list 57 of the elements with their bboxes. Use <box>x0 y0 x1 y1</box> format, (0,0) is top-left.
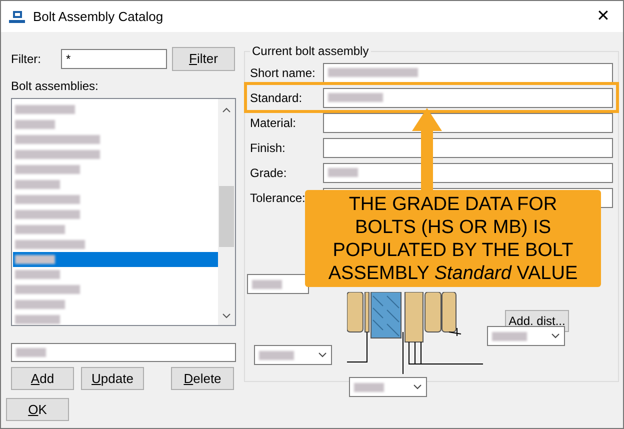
field-label: Material: <box>250 114 298 132</box>
dropdown[interactable] <box>487 326 565 346</box>
filter-label: Filter: <box>11 51 42 68</box>
chevron-down-icon <box>222 313 231 319</box>
field-label: Grade: <box>250 164 288 182</box>
redacted-text <box>492 332 527 340</box>
dialog-button[interactable]: Delete <box>171 367 234 390</box>
redacted-text <box>15 195 80 204</box>
dropdown[interactable] <box>349 377 427 397</box>
window-title: Bolt Assembly Catalog <box>33 8 164 26</box>
chevron-down-icon <box>318 352 327 358</box>
text-field[interactable] <box>323 138 613 158</box>
redacted-text <box>15 120 55 129</box>
redacted-text <box>15 210 80 219</box>
list-item[interactable] <box>13 252 218 267</box>
redacted-text <box>15 300 65 309</box>
group-title: Current bolt assembly <box>251 43 370 60</box>
redacted-text <box>15 165 80 174</box>
annotation-tooltip: THE GRADE DATA FOR BOLTS (HS OR MB) IS POPULATED BY THE BOLT ASSEMBLY Standard VALUE <box>305 190 601 287</box>
redacted-text <box>15 315 60 324</box>
text-field[interactable] <box>323 162 613 182</box>
redacted-text <box>15 105 75 114</box>
close-button[interactable]: ✕ <box>591 4 615 28</box>
redacted-text <box>15 225 65 234</box>
chevron-down-icon <box>551 333 560 339</box>
redacted-text <box>15 285 80 294</box>
redacted-text <box>15 240 85 249</box>
field-label: Short name: <box>250 64 316 82</box>
dialog-button[interactable]: OK <box>6 398 69 421</box>
redacted-text <box>328 93 383 102</box>
field-label: Finish: <box>250 140 286 156</box>
redacted-text <box>328 168 358 177</box>
field-label: Standard: <box>250 90 304 106</box>
text-field[interactable] <box>11 343 236 362</box>
field-label: Tolerance: <box>250 190 306 206</box>
text-field[interactable] <box>323 62 613 82</box>
chevron-up-icon <box>222 107 231 113</box>
chevron-down-icon <box>413 384 422 390</box>
redacted-text <box>252 280 282 288</box>
redacted-text <box>15 255 55 264</box>
redacted-text <box>15 270 60 279</box>
list-box[interactable] <box>11 98 236 326</box>
app-icon <box>9 10 25 24</box>
dialog-button[interactable]: Update <box>81 367 144 390</box>
redacted-text <box>259 350 294 360</box>
dialog-button[interactable]: Add <box>11 367 74 390</box>
dialog-button[interactable]: Filter <box>172 47 235 71</box>
text-field[interactable] <box>247 274 309 294</box>
scrollbar[interactable] <box>218 99 235 325</box>
filter-field[interactable]: * <box>61 49 167 69</box>
list-label: Bolt assemblies: <box>11 78 100 93</box>
redacted-text <box>354 382 384 392</box>
text-field[interactable] <box>323 88 613 108</box>
redacted-text <box>15 180 60 189</box>
dropdown[interactable] <box>254 345 332 365</box>
scrollbar-thumb[interactable] <box>219 186 234 247</box>
redacted-text <box>16 348 46 357</box>
